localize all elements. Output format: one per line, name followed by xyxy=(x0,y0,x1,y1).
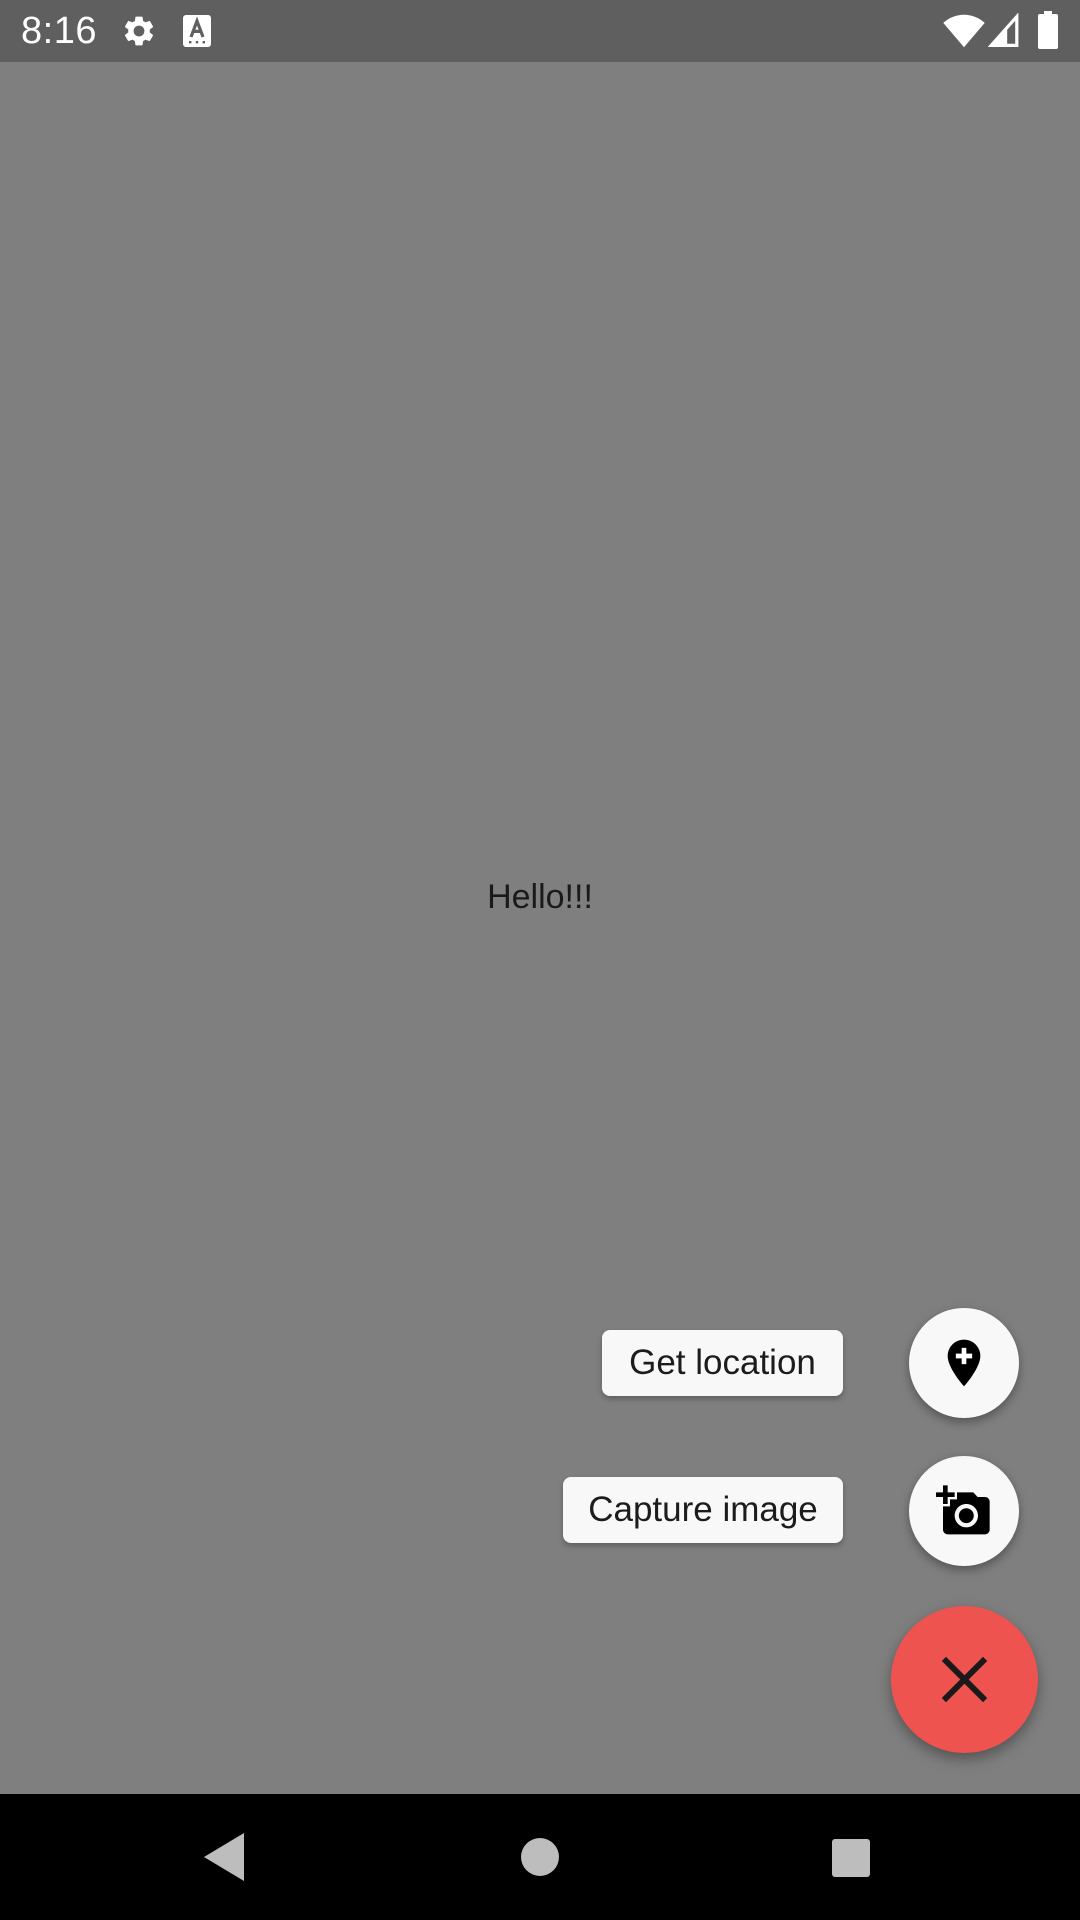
get-location-button[interactable] xyxy=(909,1308,1019,1418)
signal-icon xyxy=(988,13,1019,47)
a-icon xyxy=(183,15,211,47)
get-location-label[interactable]: Get location xyxy=(602,1330,843,1396)
back-icon[interactable] xyxy=(194,1825,258,1889)
status-bar: 8:16 xyxy=(0,0,1080,62)
home-icon[interactable] xyxy=(508,1825,572,1889)
capture-image-button[interactable] xyxy=(909,1456,1019,1566)
wifi-icon xyxy=(943,14,985,48)
recents-icon[interactable] xyxy=(818,1825,882,1889)
close-menu-button[interactable] xyxy=(891,1606,1038,1753)
app-screen: 8:16 Hello!!! Get location Capture image xyxy=(0,0,1080,1920)
capture-image-label[interactable]: Capture image xyxy=(563,1477,843,1543)
add-camera-icon xyxy=(936,1485,990,1535)
greeting-text: Hello!!! xyxy=(487,878,593,916)
status-time: 8:16 xyxy=(21,10,97,52)
navigation-bar xyxy=(0,1794,1080,1920)
battery-icon xyxy=(1038,11,1058,49)
settings-icon xyxy=(124,16,154,46)
close-icon xyxy=(941,1656,988,1703)
add-location-icon xyxy=(947,1339,981,1387)
